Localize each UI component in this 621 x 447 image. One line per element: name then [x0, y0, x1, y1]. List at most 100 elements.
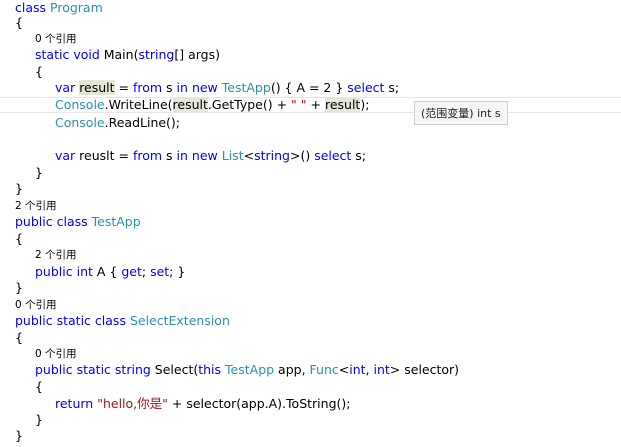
keyword-token: return — [55, 396, 94, 411]
code-line: var result = from s in new TestApp() { A… — [0, 80, 621, 96]
code-token: [] args) — [174, 47, 220, 62]
code-line: Console.ReadLine(); — [0, 115, 621, 131]
codelens-references[interactable]: 0 个引用 — [0, 31, 621, 47]
keyword-token: select — [314, 148, 352, 163]
code-line: } — [0, 428, 621, 444]
code-token: { — [35, 64, 43, 79]
code-line: public int A { get; set; } — [0, 264, 621, 280]
keyword-token: string — [138, 47, 175, 62]
code-token: 0 个引用 — [15, 299, 57, 311]
keyword-token: public — [15, 313, 53, 328]
code-editor[interactable]: class Program{0 个引用 static void Main(stri… — [0, 0, 621, 447]
code-token: 2 个引用 — [35, 249, 77, 261]
code-line: Console.WriteLine(result.GetType() + " "… — [0, 97, 621, 113]
code-token: 0 个引用 — [35, 348, 77, 360]
keyword-token: class — [94, 313, 126, 328]
highlighted-symbol: result — [324, 97, 361, 112]
keyword-token: set — [150, 264, 170, 279]
keyword-token: static — [56, 313, 91, 328]
code-line: } — [0, 165, 621, 181]
keyword-token: class — [15, 0, 47, 15]
code-line: class Program — [0, 0, 621, 16]
code-token: reuslt = — [75, 148, 133, 163]
quickinfo-tooltip: (范围变量) int s — [414, 101, 508, 125]
code-token: + — [306, 97, 325, 112]
code-line: } — [0, 412, 621, 428]
code-token: .ReadLine(); — [104, 115, 181, 130]
type-token: TestApp — [225, 362, 275, 377]
code-token: s; — [384, 80, 400, 95]
code-token: A { — [92, 264, 122, 279]
type-token: Program — [50, 0, 103, 15]
keyword-token: in — [176, 80, 188, 95]
keyword-token: get — [121, 264, 142, 279]
keyword-token: this — [198, 362, 222, 377]
keyword-token: int — [373, 362, 390, 377]
keyword-token: var — [55, 80, 76, 95]
code-token: + selector(app.A).ToString(); — [167, 396, 351, 411]
code-token: { — [15, 231, 23, 246]
code-token: ; — [141, 264, 151, 279]
code-token: { — [15, 15, 23, 30]
type-token: SelectExtension — [129, 313, 230, 328]
keyword-token: new — [191, 148, 218, 163]
keyword-token: from — [132, 80, 163, 95]
codelens-references[interactable]: 2 个引用 — [0, 247, 621, 263]
keyword-token: class — [56, 214, 88, 229]
code-token: ; } — [169, 264, 186, 279]
code-line: { — [0, 64, 621, 80]
type-token: TestApp — [91, 214, 141, 229]
code-token: < — [243, 148, 255, 163]
highlighted-symbol: result — [172, 97, 208, 112]
keyword-token: static — [35, 47, 70, 62]
type-token: Console — [55, 115, 105, 130]
code-token: 0 个引用 — [35, 33, 77, 45]
keyword-token: string — [254, 148, 290, 163]
code-token: 2 个引用 — [15, 200, 57, 212]
keyword-token: int — [76, 264, 93, 279]
code-token: } — [15, 181, 23, 196]
code-line: { — [0, 379, 621, 395]
type-token: Func — [309, 362, 339, 377]
highlighted-symbol: result — [79, 80, 115, 95]
code-token: = — [114, 80, 133, 95]
code-token: , — [365, 362, 374, 377]
code-token: s — [162, 80, 177, 95]
code-line: { — [0, 330, 621, 346]
code-line: public static string Select(this TestApp… — [0, 362, 621, 378]
code-token: .WriteLine( — [104, 97, 173, 112]
keyword-token: string — [114, 362, 151, 377]
code-token: app, — [274, 362, 310, 377]
code-line: } — [0, 280, 621, 296]
code-token: } — [15, 428, 23, 443]
code-token: } — [15, 280, 23, 295]
code-token: >() — [289, 148, 315, 163]
code-line: static void Main(string[] args) — [0, 47, 621, 63]
keyword-token: int — [349, 362, 366, 377]
type-token: Console — [55, 97, 105, 112]
code-token: s — [162, 148, 177, 163]
code-line: { — [0, 15, 621, 31]
code-token: { — [15, 330, 23, 345]
code-line: { — [0, 231, 621, 247]
keyword-token: public — [35, 264, 73, 279]
keyword-token: public — [15, 214, 53, 229]
string-token: " " — [291, 97, 307, 112]
codelens-references[interactable]: 0 个引用 — [0, 346, 621, 362]
code-token: ); — [360, 97, 370, 112]
code-token: s; — [351, 148, 367, 163]
keyword-token: select — [347, 80, 385, 95]
keyword-token: void — [73, 47, 100, 62]
code-token: < — [338, 362, 350, 377]
code-token: } — [35, 165, 43, 180]
code-token: Select( — [150, 362, 199, 377]
code-line: public class TestApp — [0, 214, 621, 230]
code-line: } — [0, 181, 621, 197]
keyword-token: from — [132, 148, 163, 163]
type-token: TestApp — [221, 80, 271, 95]
codelens-references[interactable]: 2 个引用 — [0, 198, 621, 214]
code-token: .GetType() + — [207, 97, 292, 112]
codelens-references[interactable]: 0 个引用 — [0, 297, 621, 313]
code-token: { — [35, 379, 43, 394]
